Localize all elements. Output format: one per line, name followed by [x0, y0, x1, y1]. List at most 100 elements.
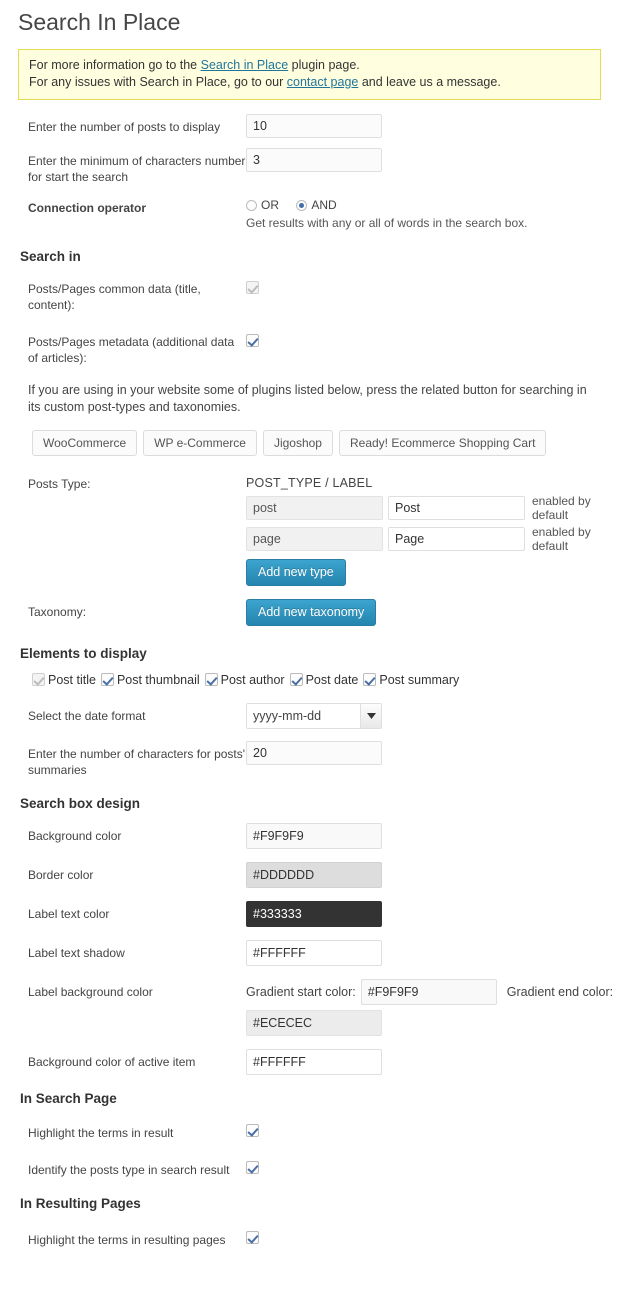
border-color-label: Border color	[28, 868, 94, 883]
element-post-date[interactable]: Post date	[289, 673, 359, 688]
label-text-color-input[interactable]	[246, 901, 382, 928]
gradient-end-label: Gradient end color:	[506, 985, 614, 1000]
min-characters-input[interactable]	[246, 147, 382, 172]
posts-type-label: Posts Type:	[28, 477, 91, 492]
active-item-color-label: Background color of active item	[28, 1055, 196, 1070]
row-label-text-shadow: Label text shadow	[0, 940, 617, 967]
posts-type-label-input-page[interactable]	[388, 527, 525, 552]
plugin-button-ready-ecommerce[interactable]: Ready! Ecommerce Shopping Cart	[338, 430, 547, 457]
summary-chars-input[interactable]	[246, 741, 382, 766]
plugins-note: If you are using in your website some of…	[28, 383, 587, 415]
row-highlight-terms-resulting: Highlight the terms in resulting pages	[0, 1227, 617, 1248]
posts-to-display-label: Enter the number of posts to display	[28, 119, 221, 134]
notice-line-2-post: and leave us a message.	[358, 74, 501, 89]
posts-type-row-page: enabled by default	[246, 525, 617, 553]
post-summary-label: Post summary	[379, 673, 460, 688]
post-thumbnail-label: Post thumbnail	[116, 673, 200, 688]
plugin-button-wp-ecommerce[interactable]: WP e-Commerce	[143, 430, 257, 457]
posts-type-column-header: POST_TYPE / LABEL	[246, 476, 373, 491]
row-summary-chars: Enter the number of characters for posts…	[0, 741, 617, 778]
operator-hint: Get results with any or all of words in …	[246, 216, 528, 231]
element-post-title[interactable]: Post title	[32, 673, 96, 687]
background-color-input[interactable]	[246, 823, 382, 850]
info-notice: For more information go to the Search in…	[18, 48, 601, 100]
plugin-button-woocommerce[interactable]: WooCommerce	[32, 430, 138, 457]
radio-option-and[interactable]: AND	[296, 197, 337, 213]
plugin-buttons-group: WooCommerce WP e-Commerce Jigoshop Ready…	[32, 430, 617, 457]
posts-to-display-input[interactable]	[246, 113, 382, 138]
row-border-color: Border color	[0, 862, 617, 889]
add-new-type-button[interactable]: Add new type	[246, 559, 346, 587]
identify-posts-type-label: Identify the posts type in search result	[28, 1163, 230, 1178]
highlight-terms-result-label: Highlight the terms in result	[28, 1126, 174, 1141]
identify-posts-type-checkbox[interactable]	[246, 1161, 259, 1175]
highlight-terms-resulting-checkbox[interactable]	[246, 1231, 259, 1245]
element-post-thumbnail[interactable]: Post thumbnail	[100, 673, 200, 688]
row-metadata: Posts/Pages metadata (additional data of…	[0, 329, 617, 366]
active-item-color-input[interactable]	[246, 1049, 382, 1076]
background-color-label: Background color	[28, 829, 122, 844]
posts-type-label-input-post[interactable]	[388, 496, 525, 521]
date-format-label: Select the date format	[28, 709, 146, 724]
section-heading-search-in: Search in	[20, 249, 81, 265]
gradient-start-input[interactable]	[360, 979, 497, 1006]
row-connection-operator: Connection operator OR AND Get results w…	[0, 195, 617, 232]
highlight-terms-result-checkbox[interactable]	[246, 1124, 259, 1138]
posts-type-slug-input-post[interactable]	[246, 496, 383, 521]
add-new-taxonomy-button[interactable]: Add new taxonomy	[246, 599, 377, 627]
notice-line-1: For more information go to the Search in…	[29, 57, 590, 74]
row-posts-type: Posts Type: POST_TYPE / LABEL enabled by…	[0, 476, 617, 587]
common-data-label: Posts/Pages common data (title, content)…	[28, 282, 201, 313]
plugin-button-jigoshop[interactable]: Jigoshop	[262, 430, 333, 457]
section-heading-elements-to-display: Elements to display	[20, 646, 147, 662]
element-post-author[interactable]: Post author	[204, 673, 285, 688]
highlight-terms-resulting-label: Highlight the terms in resulting pages	[28, 1233, 226, 1248]
page-title: Search In Place	[18, 9, 181, 35]
date-format-select[interactable]: yyyy-mm-dd	[246, 703, 382, 730]
row-date-format: Select the date format yyyy-mm-dd	[0, 703, 617, 730]
common-data-checkbox[interactable]	[246, 281, 259, 295]
post-author-checkbox[interactable]	[204, 673, 218, 687]
notice-line-1-pre: For more information go to the	[29, 57, 201, 72]
row-label-background-color: Label background color Gradient start co…	[0, 979, 617, 1037]
post-summary-checkbox[interactable]	[363, 673, 377, 687]
post-title-label: Post title	[48, 673, 96, 688]
label-background-color-label: Label background color	[28, 985, 153, 1000]
border-color-input[interactable]	[246, 862, 382, 889]
section-heading-search-box-design: Search box design	[20, 796, 141, 812]
taxonomy-label: Taxonomy:	[28, 605, 87, 620]
post-title-checkbox[interactable]	[32, 673, 45, 687]
post-date-checkbox[interactable]	[289, 673, 303, 687]
row-taxonomy: Taxonomy: Add new taxonomy	[0, 596, 617, 627]
connection-operator-label: Connection operator	[28, 200, 147, 215]
row-posts-to-display: Enter the number of posts to display	[0, 113, 617, 138]
post-date-label: Post date	[305, 673, 359, 688]
post-author-label: Post author	[220, 673, 285, 688]
gradient-end-input[interactable]	[246, 1010, 382, 1037]
contact-page-link[interactable]: contact page	[287, 75, 359, 89]
post-thumbnail-checkbox[interactable]	[100, 673, 114, 687]
section-heading-in-resulting-pages: In Resulting Pages	[20, 1196, 141, 1212]
radio-or-label: OR	[261, 198, 279, 213]
label-text-shadow-input[interactable]	[246, 940, 382, 967]
metadata-label: Posts/Pages metadata (additional data of…	[28, 335, 235, 366]
notice-line-2: For any issues with Search in Place, go …	[29, 74, 590, 91]
row-active-item-color: Background color of active item	[0, 1049, 617, 1076]
metadata-checkbox[interactable]	[246, 334, 259, 348]
row-background-color: Background color	[0, 823, 617, 850]
radio-option-or[interactable]: OR	[246, 197, 279, 213]
label-text-color-label: Label text color	[28, 907, 110, 922]
section-heading-in-search-page: In Search Page	[20, 1091, 117, 1107]
search-in-place-plugin-link[interactable]: Search in Place	[201, 58, 289, 72]
notice-line-1-post: plugin page.	[288, 57, 360, 72]
posts-type-note-post: enabled by default	[532, 494, 591, 523]
posts-type-row-post: enabled by default	[246, 494, 617, 522]
elements-checkbox-group: Post title Post thumbnail Post author Post …	[32, 671, 617, 689]
posts-type-slug-input-page[interactable]	[246, 527, 383, 552]
row-common-data: Posts/Pages common data (title, content)…	[0, 276, 617, 313]
summary-chars-label: Enter the number of characters for posts…	[28, 747, 246, 778]
min-characters-label: Enter the minimum of characters number f…	[28, 153, 246, 184]
row-label-text-color: Label text color	[0, 901, 617, 928]
row-highlight-terms-result: Highlight the terms in result	[0, 1120, 617, 1141]
element-post-summary[interactable]: Post summary	[363, 673, 459, 687]
